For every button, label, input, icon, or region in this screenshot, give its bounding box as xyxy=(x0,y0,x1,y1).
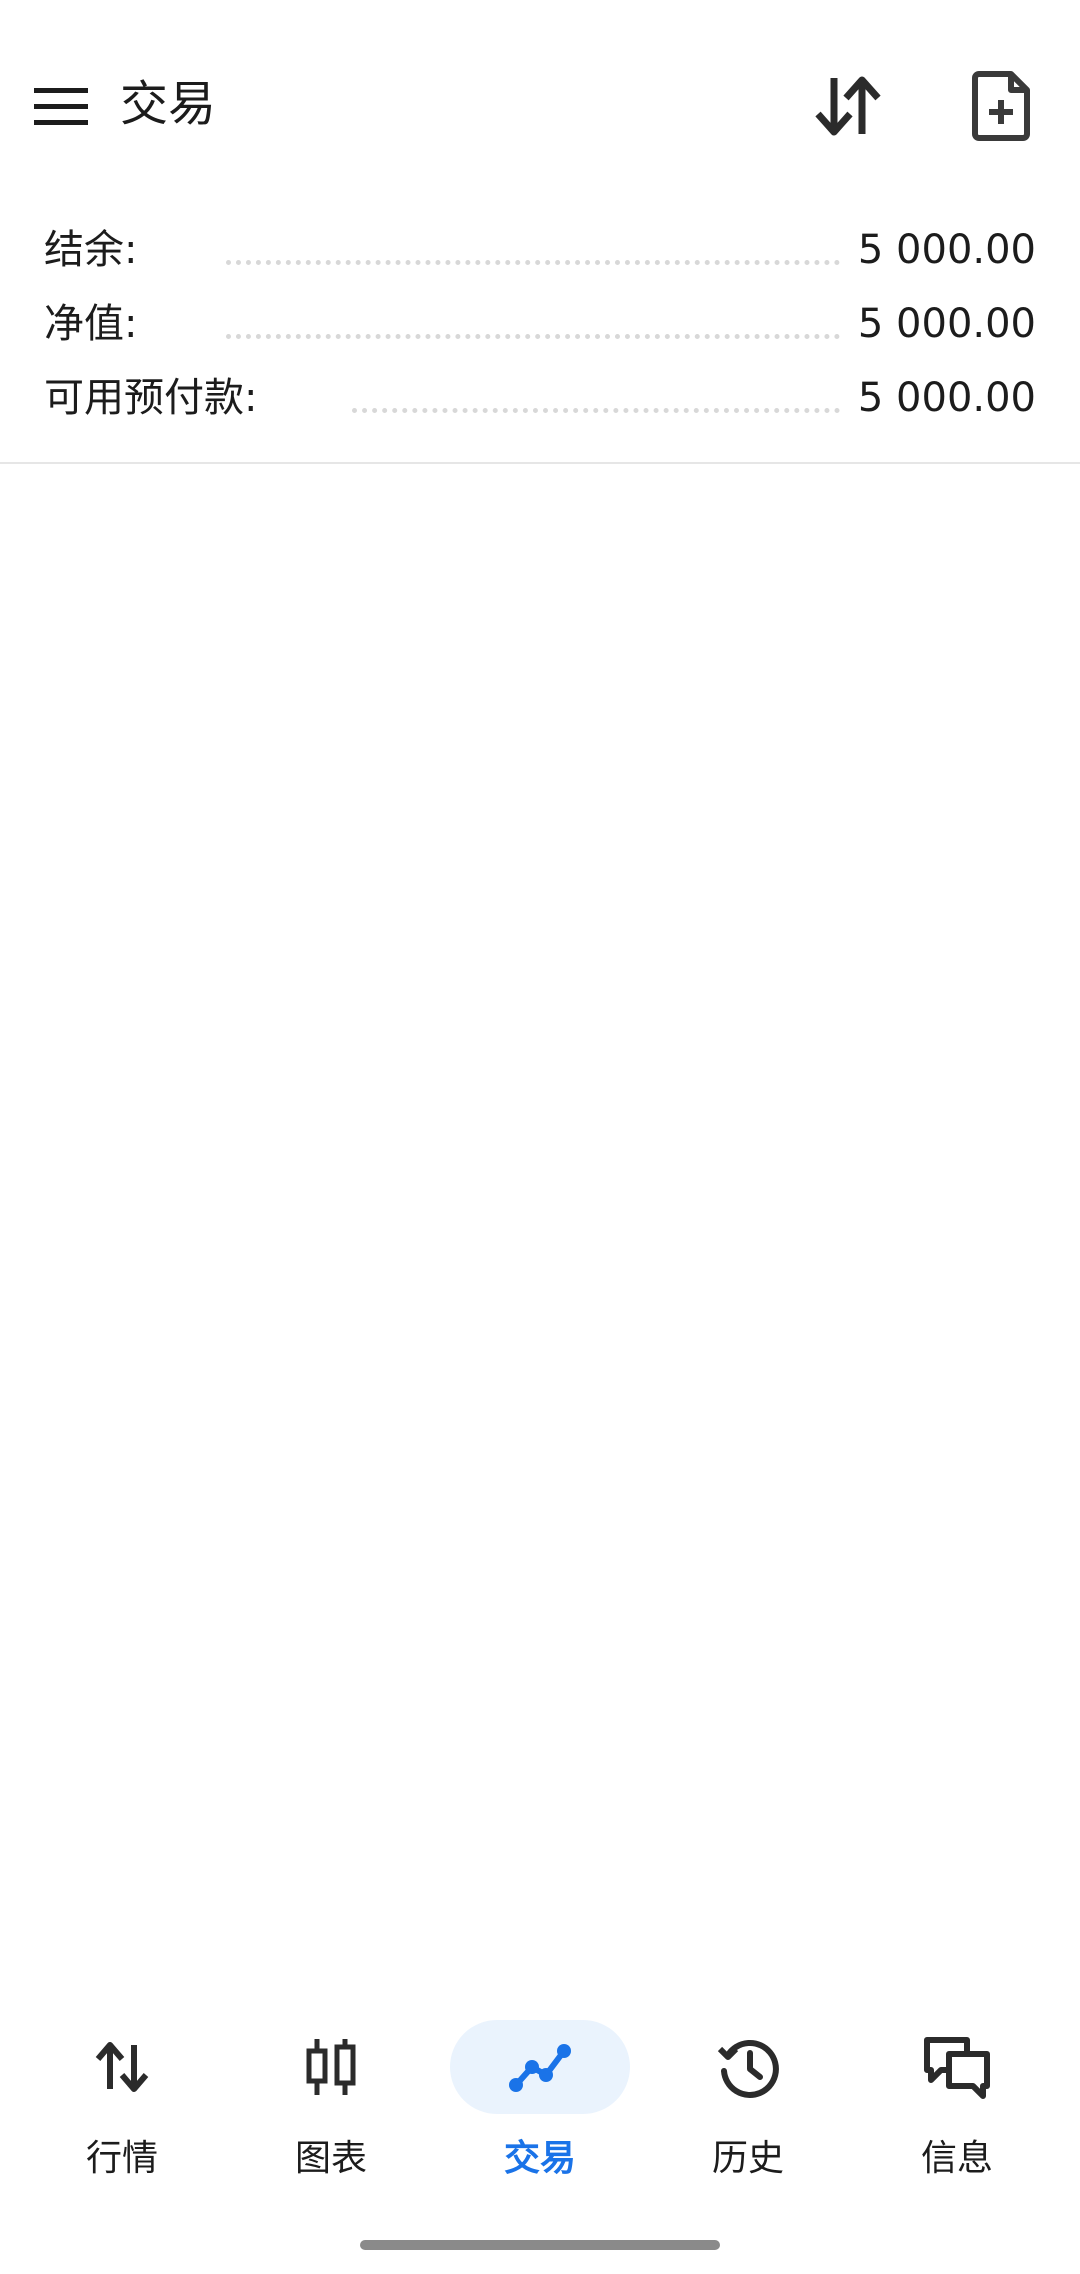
balance-label: 结余: xyxy=(44,227,138,273)
sort-icon xyxy=(815,76,881,136)
nav-charts[interactable]: 图表 xyxy=(231,2010,431,2200)
trend-line-icon xyxy=(509,2044,571,2092)
equity-label: 净值: xyxy=(44,301,138,347)
nav-icon-wrap xyxy=(867,2020,1047,2114)
leader-dots xyxy=(352,408,840,417)
file-plus-icon xyxy=(972,71,1030,141)
app-header: 交易 xyxy=(0,0,1080,210)
balance-value: 5 000.00 xyxy=(857,227,1036,273)
free-margin-row: 可用预付款: 5 000.00 xyxy=(0,368,1080,428)
bottom-nav: 行情 图表 交易 历史 信息 xyxy=(0,2010,1080,2210)
menu-icon xyxy=(34,88,88,125)
chat-icon xyxy=(924,2037,990,2099)
nav-messages[interactable]: 信息 xyxy=(857,2010,1057,2200)
nav-label: 行情 xyxy=(85,2138,158,2179)
nav-trade[interactable]: 交易 xyxy=(440,2010,640,2200)
nav-label: 信息 xyxy=(920,2138,993,2179)
nav-icon-wrap xyxy=(450,2020,630,2114)
nav-icon-wrap xyxy=(241,2020,421,2114)
free-margin-value: 5 000.00 xyxy=(857,375,1036,421)
menu-button[interactable] xyxy=(26,70,98,142)
divider xyxy=(0,462,1080,464)
home-indicator[interactable] xyxy=(360,2240,720,2250)
nav-label: 交易 xyxy=(503,2138,576,2179)
leader-dots xyxy=(226,334,840,343)
arrows-updown-icon xyxy=(95,2042,149,2092)
leader-dots xyxy=(226,260,840,269)
nav-icon-wrap xyxy=(658,2020,838,2114)
sort-button[interactable] xyxy=(804,62,892,150)
nav-label: 历史 xyxy=(711,2138,784,2179)
nav-icon-wrap xyxy=(32,2020,212,2114)
nav-label: 图表 xyxy=(294,2138,367,2179)
free-margin-label: 可用预付款: xyxy=(44,375,258,421)
equity-value: 5 000.00 xyxy=(857,301,1036,347)
new-order-button[interactable] xyxy=(958,62,1046,150)
history-icon xyxy=(717,2040,779,2098)
candlestick-icon xyxy=(306,2039,356,2095)
page-title: 交易 xyxy=(120,76,217,132)
nav-quotes[interactable]: 行情 xyxy=(22,2010,222,2200)
equity-row: 净值: 5 000.00 xyxy=(0,294,1080,354)
balance-row: 结余: 5 000.00 xyxy=(0,220,1080,280)
nav-history[interactable]: 历史 xyxy=(648,2010,848,2200)
